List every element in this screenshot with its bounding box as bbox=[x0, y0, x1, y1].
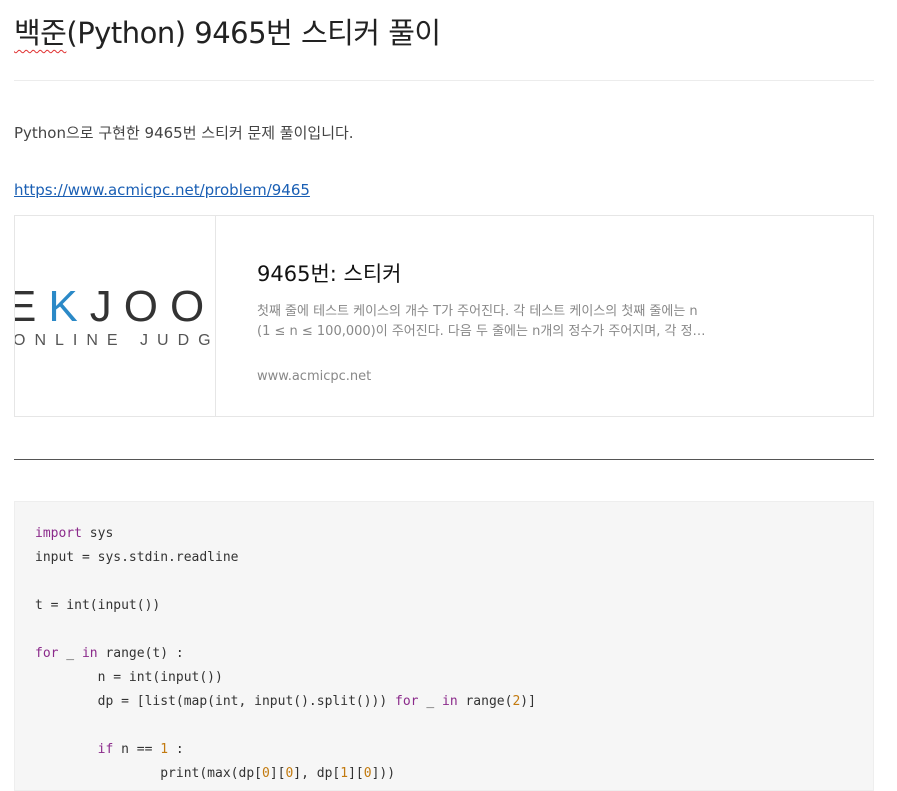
card-title[interactable]: 9465번: 스티커 bbox=[257, 258, 401, 288]
code-text: _ bbox=[58, 646, 82, 661]
code-text: range(t) : bbox=[97, 646, 184, 661]
code-text: ], dp[ bbox=[293, 766, 341, 781]
link-preview-card[interactable]: EKJOO ONLINE JUDGE 9465번: 스티커 첫째 줄에 테스트 … bbox=[14, 215, 874, 417]
code-line: dp = [list(map(int, input().split())) fo… bbox=[35, 690, 536, 714]
code-text: input = sys.stdin.readline bbox=[35, 550, 239, 565]
card-thumbnail: EKJOO ONLINE JUDGE bbox=[15, 216, 216, 416]
logo-subtext: ONLINE JUDGE bbox=[15, 332, 215, 349]
title-spellcheck-word: 백준 bbox=[14, 16, 67, 50]
card-description-line: (1 ≤ n ≤ 100,000)이 주어진다. 다음 두 줄에는 n개의 정수… bbox=[257, 324, 706, 339]
code-line: n = int(input()) bbox=[35, 666, 536, 690]
code-text: : bbox=[168, 742, 184, 757]
code-text: ][ bbox=[269, 766, 286, 781]
code-text: _ bbox=[418, 694, 442, 709]
title-text: (Python) 9465번 스티커 풀이 bbox=[66, 16, 441, 50]
card-domain: www.acmicpc.net bbox=[257, 369, 372, 384]
code-text: n == bbox=[113, 742, 161, 757]
code-text: range( bbox=[457, 694, 513, 709]
code-content: import sys input = sys.stdin.readline t = … bbox=[35, 522, 536, 786]
code-text: ])) bbox=[371, 766, 396, 781]
title-divider bbox=[14, 80, 874, 81]
code-line: if n == 1 : bbox=[35, 738, 536, 762]
code-line: for _ in range(t) : bbox=[35, 642, 536, 666]
page-title: 백준(Python) 9465번 스티커 풀이 bbox=[14, 13, 441, 53]
baekjoon-logo: EKJOO bbox=[15, 282, 216, 331]
code-number: 0 bbox=[261, 766, 270, 781]
code-text: print(max(dp[ bbox=[35, 766, 262, 781]
code-text: )] bbox=[520, 694, 536, 709]
intro-paragraph: Python으로 구현한 9465번 스티커 문제 풀이입니다. bbox=[14, 124, 354, 142]
code-line: print(max(dp[0][0], dp[1][0])) bbox=[35, 762, 536, 786]
code-keyword: in bbox=[442, 694, 458, 709]
code-line: import sys bbox=[35, 522, 536, 546]
code-text: dp = [list(map(int, input().split())) bbox=[35, 694, 396, 709]
code-keyword: import bbox=[35, 526, 82, 541]
code-number: 1 bbox=[160, 742, 169, 757]
code-line: t = int(input()) bbox=[35, 594, 536, 618]
code-number: 0 bbox=[363, 766, 372, 781]
card-description-line: 첫째 줄에 테스트 케이스의 개수 T가 주어진다. 각 테스트 케이스의 첫째… bbox=[257, 304, 698, 319]
code-keyword: if bbox=[97, 742, 114, 757]
code-text: n = int(input()) bbox=[35, 670, 223, 685]
code-text: t = int(input()) bbox=[35, 598, 161, 613]
code-keyword: for bbox=[395, 694, 419, 709]
code-keyword: for bbox=[35, 646, 59, 661]
problem-link[interactable]: https://www.acmicpc.net/problem/9465 bbox=[14, 181, 310, 199]
code-text: ][ bbox=[348, 766, 364, 781]
code-block[interactable]: import sys input = sys.stdin.readline t = … bbox=[14, 501, 874, 791]
code-line: input = sys.stdin.readline bbox=[35, 546, 536, 570]
section-divider bbox=[14, 459, 874, 460]
code-keyword: in bbox=[81, 646, 98, 661]
code-text: sys bbox=[81, 526, 114, 541]
card-description: 첫째 줄에 테스트 케이스의 개수 T가 주어진다. 각 테스트 케이스의 첫째… bbox=[257, 302, 717, 342]
code-number: 1 bbox=[340, 766, 349, 781]
